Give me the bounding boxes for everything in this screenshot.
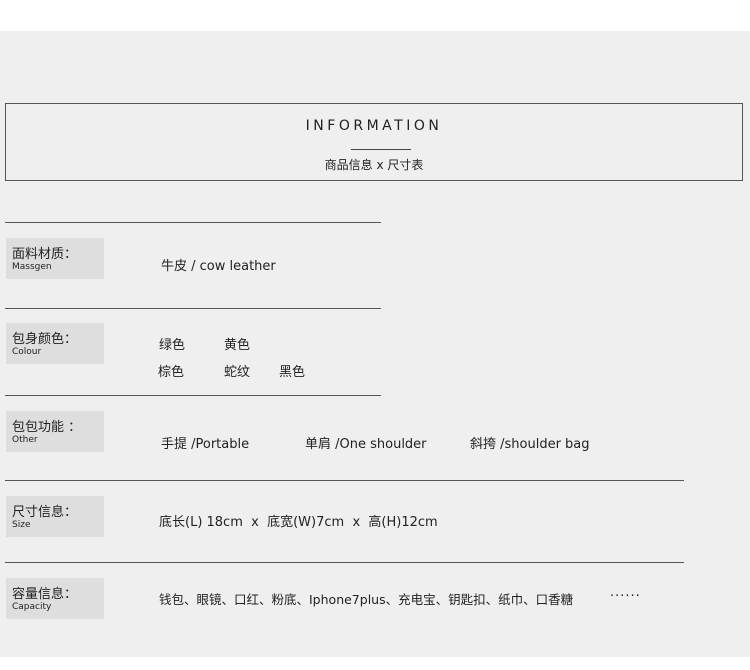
colour-option-snakeskin: 蛇纹 xyxy=(224,365,251,380)
material-label-en: Massgen xyxy=(12,262,52,272)
colour-label: 包身颜色： Colour xyxy=(6,323,104,364)
capacity-label-en: Capacity xyxy=(12,602,52,612)
capacity-value: 钱包、眼镜、口红、粉底、Iphone7plus、充电宝、钥匙扣、纸巾、口香糖 xyxy=(159,592,574,607)
divider xyxy=(5,480,684,481)
function-label-en: Other xyxy=(12,435,38,445)
function-label: 包包功能 ： Other xyxy=(6,411,104,452)
capacity-label-zh: 容量信息： xyxy=(12,587,78,602)
function-label-zh: 包包功能 ： xyxy=(12,420,82,435)
function-option-shoulder-bag: 斜挎 /shoulder bag xyxy=(470,437,590,452)
divider xyxy=(5,222,381,223)
divider xyxy=(5,308,381,309)
divider xyxy=(5,562,684,563)
information-header-box: INFORMATION 商品信息 x 尺寸表 xyxy=(5,103,743,181)
colour-option-black: 黑色 xyxy=(279,365,306,380)
title-divider xyxy=(351,149,411,150)
capacity-ellipsis: ······ xyxy=(610,589,641,604)
capacity-label: 容量信息： Capacity xyxy=(6,578,104,619)
colour-label-zh: 包身颜色： xyxy=(12,332,78,347)
information-title: INFORMATION xyxy=(305,118,443,134)
function-option-portable: 手提 /Portable xyxy=(161,437,250,452)
size-label: 尺寸信息： Size xyxy=(6,496,104,537)
colour-option-yellow: 黄色 xyxy=(224,338,251,353)
information-subtitle: 商品信息 x 尺寸表 xyxy=(324,158,424,172)
colour-label-en: Colour xyxy=(12,347,42,357)
material-value: 牛皮 / cow leather xyxy=(161,259,276,274)
colour-option-green: 绿色 xyxy=(159,338,186,353)
size-value: 底长(L) 18cm x 底宽(W)7cm x 高(H)12cm xyxy=(159,515,438,530)
size-label-zh: 尺寸信息： xyxy=(12,505,78,520)
size-label-en: Size xyxy=(12,520,31,530)
function-option-one-shoulder: 单肩 /One shoulder xyxy=(305,437,427,452)
material-label: 面料材质： Massgen xyxy=(6,238,104,279)
material-label-zh: 面料材质： xyxy=(12,247,78,262)
colour-option-brown: 棕色 xyxy=(158,365,185,380)
divider xyxy=(5,395,381,396)
